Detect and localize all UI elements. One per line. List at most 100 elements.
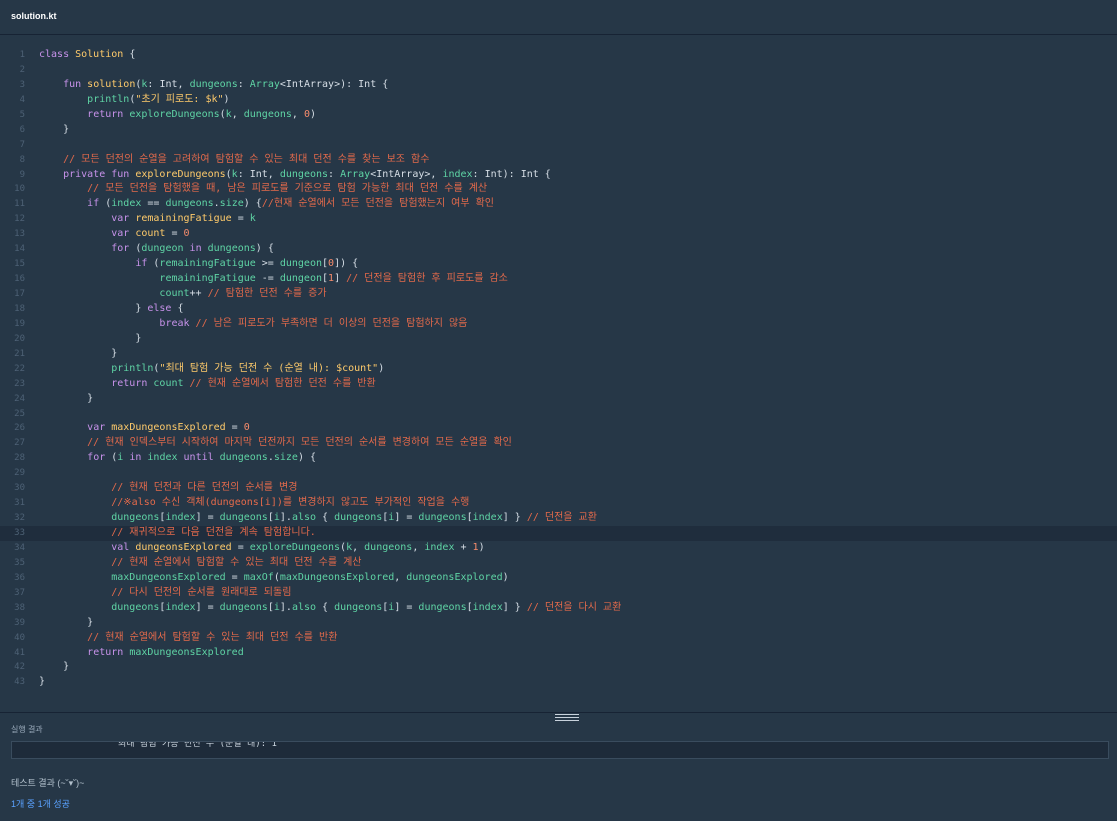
code-token: fun bbox=[39, 78, 88, 90]
code-line[interactable]: 11 if (index == dungeons.size) {//현재 순열에… bbox=[0, 197, 1117, 212]
code-token: exploreDungeons bbox=[135, 168, 226, 180]
code-line[interactable]: 23 return count // 현재 순열에서 탐험한 던전 수를 반환 bbox=[0, 377, 1117, 392]
code-token: ) { bbox=[297, 452, 317, 464]
code-line[interactable]: 4 println("초기 피로도: $k") bbox=[0, 93, 1117, 108]
code-line[interactable]: 42 } bbox=[0, 660, 1117, 675]
code-line[interactable]: 24 } bbox=[0, 392, 1117, 407]
code-text: remainingFatigue -= dungeon[1] // 던전을 탐험… bbox=[39, 272, 507, 287]
code-lines[interactable]: 1 class Solution {2 3 fun solution(k: Int,… bbox=[0, 48, 1117, 690]
code-token: dungeons bbox=[279, 168, 329, 180]
code-line[interactable]: 10 // 모든 던전을 탐험했을 때, 남은 피로도를 기준으로 탐험 가능한… bbox=[0, 182, 1117, 197]
code-line[interactable]: 33 // 재귀적으로 다음 던전을 계속 탐험합니다. bbox=[0, 526, 1117, 541]
code-line[interactable]: 29 bbox=[0, 466, 1117, 481]
code-line[interactable]: 5 return exploreDungeons(k, dungeons, 0) bbox=[0, 108, 1117, 123]
code-token: ] = bbox=[195, 601, 220, 613]
code-line[interactable]: 13 var count = 0 bbox=[0, 227, 1117, 242]
tab-bar: solution.kt bbox=[0, 0, 1117, 35]
line-number: 9 bbox=[19, 169, 25, 180]
code-line[interactable]: 19 break // 남은 피로도가 부족하면 더 이상의 던전을 탐험하지 … bbox=[0, 317, 1117, 332]
code-token: // 던전을 교환 bbox=[526, 512, 597, 524]
code-line[interactable]: 22 println("최대 탐험 가능 던전 수 (순열 내): $count… bbox=[0, 362, 1117, 377]
line-number: 29 bbox=[14, 468, 25, 479]
code-token: <IntArray>, bbox=[370, 168, 443, 180]
code-line[interactable]: 16 remainingFatigue -= dungeon[1] // 던전을… bbox=[0, 272, 1117, 287]
file-tab-title[interactable]: solution.kt bbox=[11, 11, 57, 21]
code-line[interactable]: 34 val dungeonsExplored = exploreDungeon… bbox=[0, 541, 1117, 556]
code-line[interactable]: 37 // 다시 던전의 순서를 원래대로 되돌림 bbox=[0, 586, 1117, 601]
code-line[interactable]: 20 } bbox=[0, 332, 1117, 347]
code-text: return count // 현재 순열에서 탐험한 던전 수를 반환 bbox=[39, 377, 375, 392]
line-number: 12 bbox=[14, 214, 25, 225]
resize-handle-icon[interactable] bbox=[555, 714, 579, 721]
code-token: ) bbox=[223, 93, 230, 105]
code-token: for bbox=[87, 452, 112, 464]
code-line[interactable]: 2 bbox=[0, 63, 1117, 78]
code-line[interactable]: 28 for (i in index until dungeons.size) … bbox=[0, 451, 1117, 466]
code-editor[interactable]: 1 class Solution {2 3 fun solution(k: Int,… bbox=[0, 35, 1117, 712]
code-line[interactable]: 15 if (remainingFatigue >= dungeon[0]) { bbox=[0, 257, 1117, 272]
code-text: val dungeonsExplored = exploreDungeons(k… bbox=[39, 541, 484, 556]
code-token: // 탐험한 던전 수를 증가 bbox=[207, 288, 327, 299]
code-token: if bbox=[135, 258, 154, 270]
code-text: } bbox=[39, 332, 141, 347]
line-number: 23 bbox=[14, 378, 25, 389]
code-line[interactable]: 14 for (dungeon in dungeons) { bbox=[0, 242, 1117, 257]
code-token: k bbox=[249, 213, 256, 225]
code-line[interactable]: 32 dungeons[index] = dungeons[i].also { … bbox=[0, 511, 1117, 526]
code-line[interactable]: 41 return maxDungeonsExplored bbox=[0, 646, 1117, 661]
code-token: dungeonsExplored bbox=[135, 541, 232, 553]
code-line[interactable]: 27 // 현재 인덱스부터 시작하여 마지막 던전까지 모든 던전의 순서를 … bbox=[0, 436, 1117, 451]
code-line[interactable]: 43} bbox=[0, 675, 1117, 690]
code-token: else bbox=[147, 302, 178, 314]
code-token: size bbox=[273, 452, 298, 464]
code-line[interactable]: 39 } bbox=[0, 616, 1117, 631]
code-line[interactable]: 1 class Solution { bbox=[0, 48, 1117, 63]
code-token: ]. bbox=[279, 512, 292, 524]
code-token: var bbox=[111, 213, 136, 225]
code-line[interactable]: 40 // 현재 순열에서 탐험할 수 있는 최대 던전 수를 반환 bbox=[0, 631, 1117, 646]
code-text: dungeons[index] = dungeons[i].also { dun… bbox=[39, 511, 597, 526]
code-text: for (i in index until dungeons.size) { bbox=[39, 451, 316, 466]
code-line[interactable]: 21 } bbox=[0, 347, 1117, 362]
console-output[interactable]: 최대 탐험 가능 던전 수 (순열 내): 1 bbox=[11, 741, 1109, 759]
code-line[interactable]: 26 var maxDungeonsExplored = 0 bbox=[0, 421, 1117, 436]
code-token: dungeons bbox=[334, 601, 383, 613]
code-line[interactable]: 25 bbox=[0, 407, 1117, 422]
code-token: index bbox=[424, 541, 455, 553]
code-token: dungeons bbox=[334, 512, 383, 524]
code-line[interactable]: 12 var remainingFatigue = k bbox=[0, 212, 1117, 227]
code-text: } bbox=[39, 675, 45, 690]
code-token: //현재 순열에서 모든 던전을 탐험했는지 여부 확인 bbox=[261, 198, 494, 210]
code-line[interactable]: 30 // 현재 던전과 다른 던전의 순서를 변경 bbox=[0, 481, 1117, 496]
code-text: if (index == dungeons.size) {//현재 순열에서 모… bbox=[39, 197, 494, 212]
code-token: i bbox=[117, 452, 130, 464]
code-line[interactable]: 3 fun solution(k: Int, dungeons: Array<I… bbox=[0, 78, 1117, 93]
code-line[interactable]: 7 bbox=[0, 138, 1117, 153]
code-token: 0 bbox=[183, 228, 190, 240]
code-token: , bbox=[231, 108, 244, 120]
code-line[interactable]: 8 // 모든 던전의 순열을 고려하여 탐험할 수 있는 최대 던전 수를 찾… bbox=[0, 153, 1117, 168]
code-token: ] } bbox=[502, 512, 527, 524]
line-number: 13 bbox=[14, 229, 25, 240]
code-line[interactable]: 18 } else { bbox=[0, 302, 1117, 317]
code-token: remainingFatigue bbox=[135, 213, 232, 225]
line-number: 35 bbox=[14, 557, 25, 568]
code-line[interactable]: 9 private fun exploreDungeons(k: Int, du… bbox=[0, 168, 1117, 183]
code-token: ]) { bbox=[334, 258, 359, 270]
code-token: , bbox=[412, 541, 425, 553]
code-token: } bbox=[39, 392, 94, 404]
code-token: = bbox=[231, 213, 250, 225]
code-token: { bbox=[177, 302, 184, 314]
code-token: dungeons bbox=[219, 601, 268, 613]
code-line[interactable]: 6 } bbox=[0, 123, 1117, 138]
code-text: // 현재 순열에서 탐험할 수 있는 최대 던전 수를 반환 bbox=[39, 631, 337, 646]
code-line[interactable]: 31 //※also 수신 객체(dungeons[i])를 변경하지 않고도 … bbox=[0, 496, 1117, 511]
code-token: count bbox=[159, 288, 190, 299]
code-line[interactable]: 36 maxDungeonsExplored = maxOf(maxDungeo… bbox=[0, 571, 1117, 586]
code-line[interactable]: 17 count++ // 탐험한 던전 수를 증가 bbox=[0, 287, 1117, 302]
code-line[interactable]: 35 // 현재 순열에서 탐험할 수 있는 최대 던전 수를 계산 bbox=[0, 556, 1117, 571]
code-line[interactable]: 38 dungeons[index] = dungeons[i].also { … bbox=[0, 601, 1117, 616]
